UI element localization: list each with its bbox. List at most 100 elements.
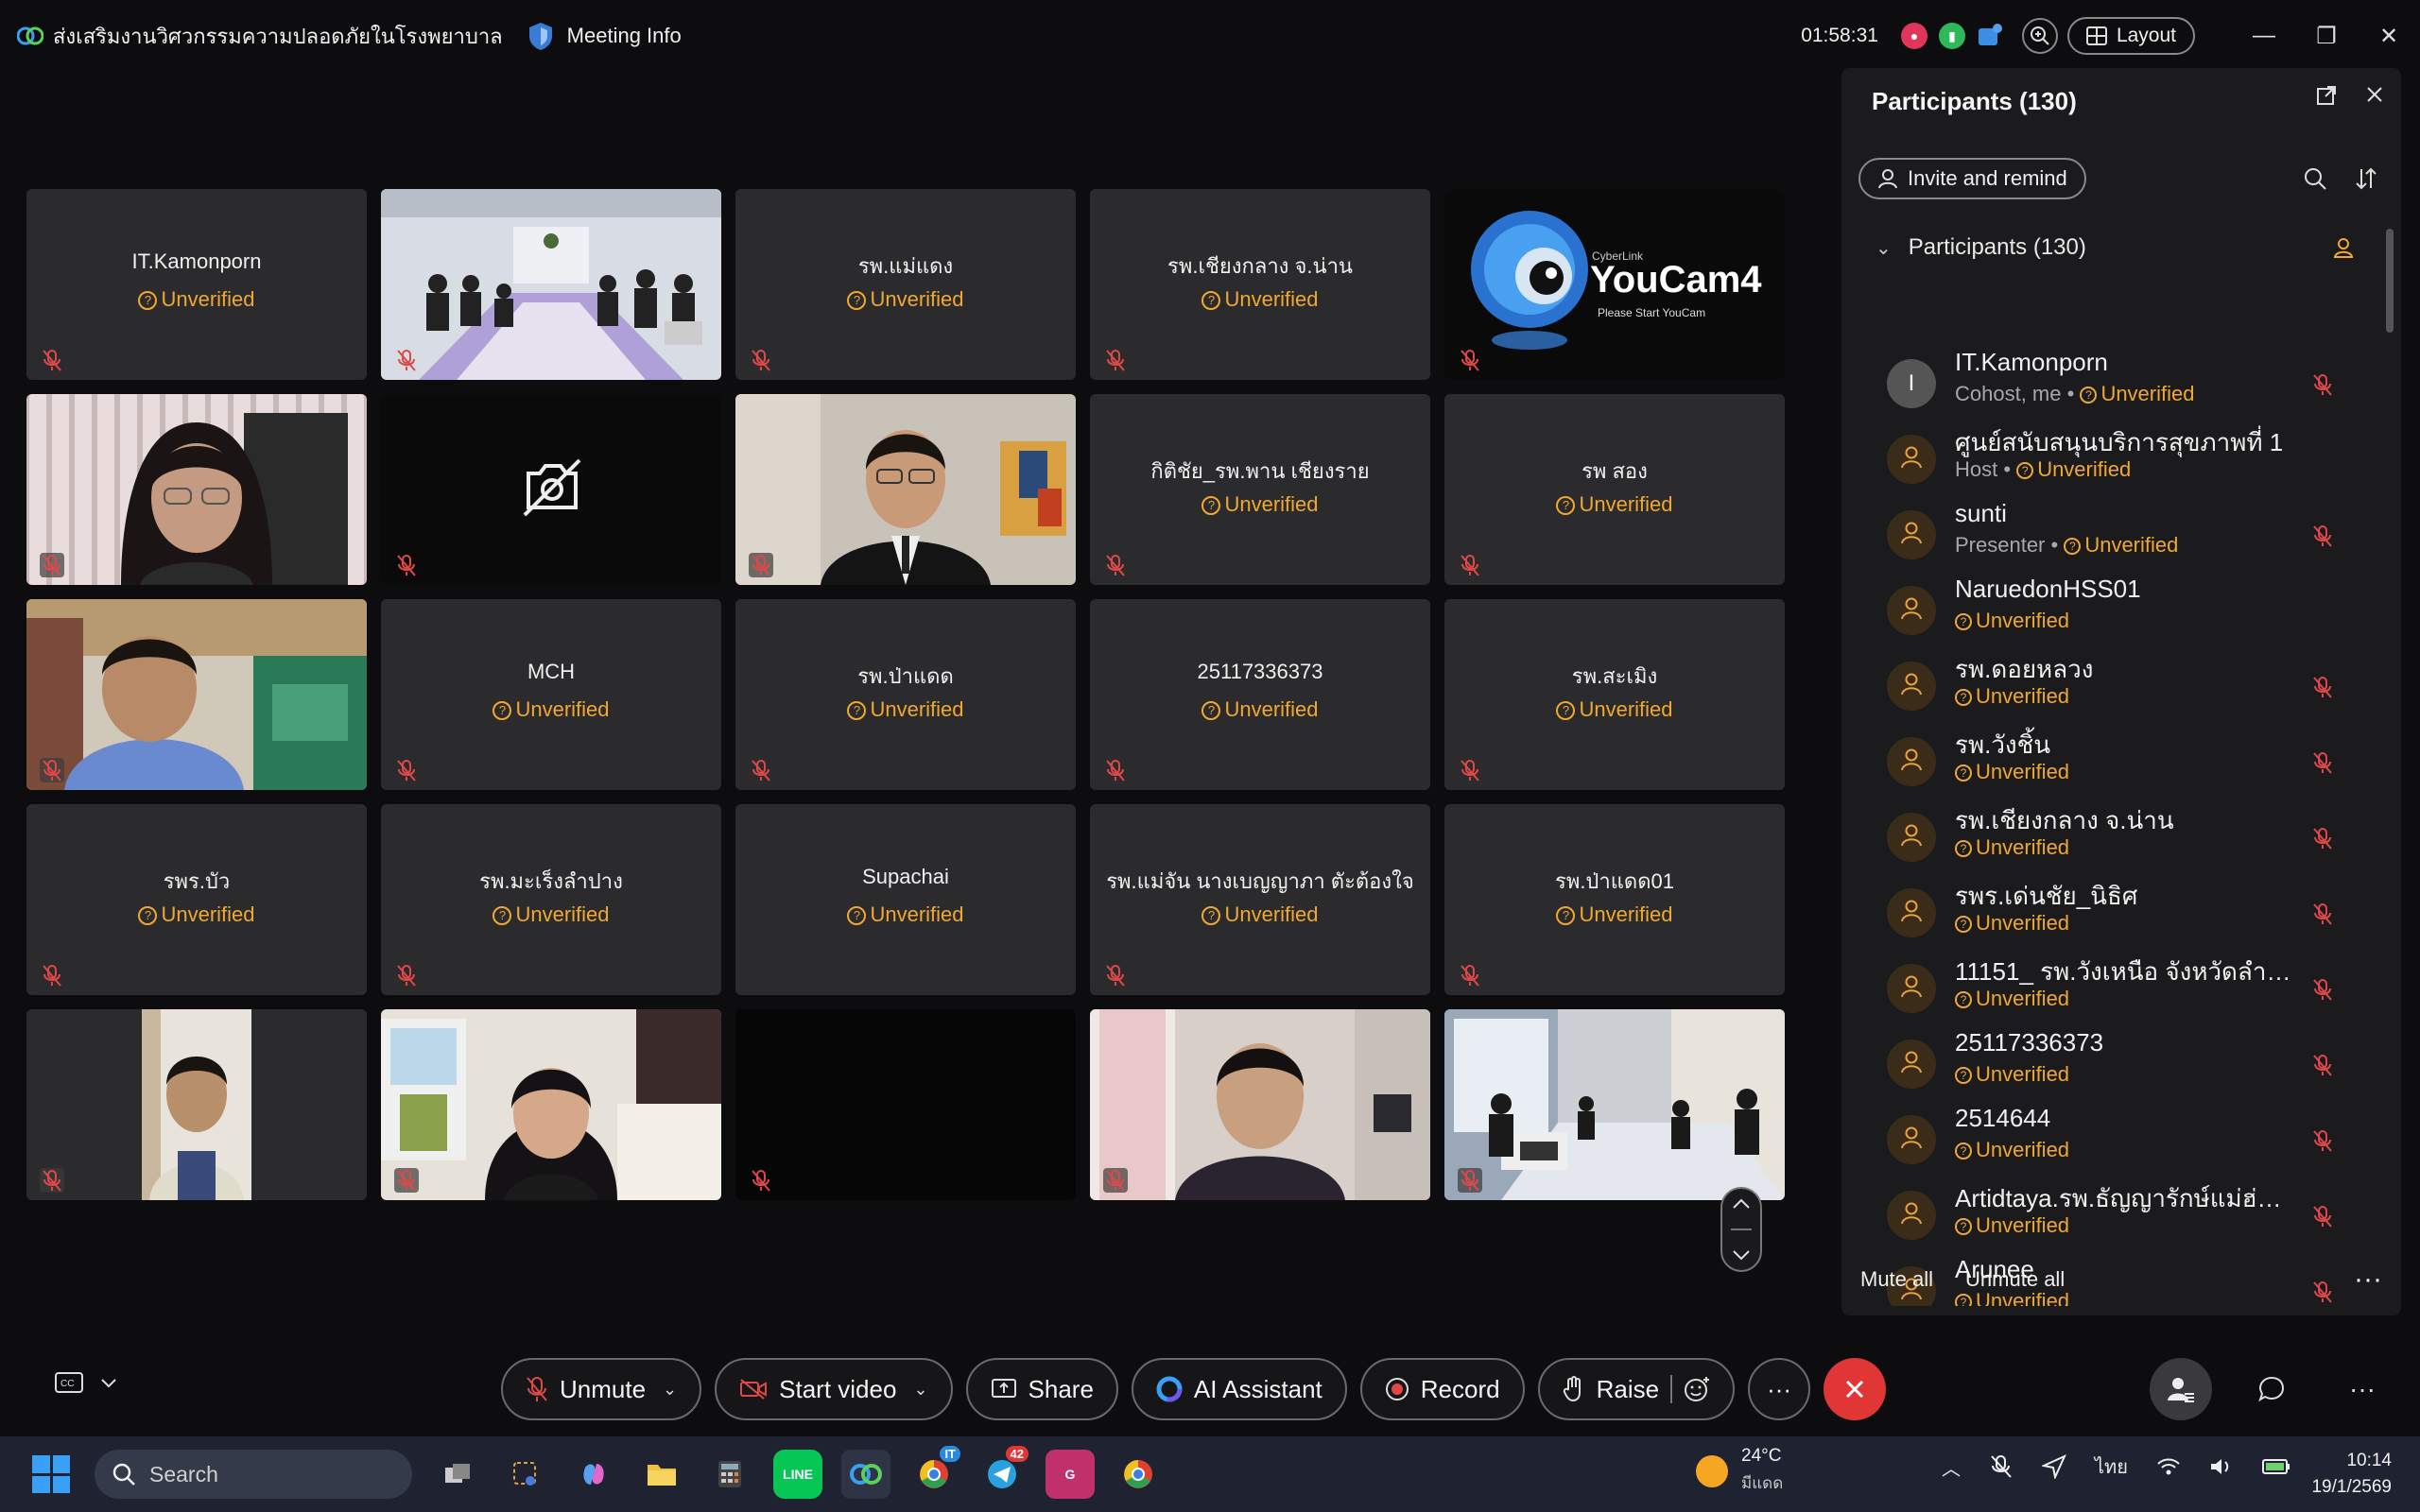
mute-all-button[interactable]: Mute all bbox=[1860, 1267, 1933, 1292]
layout-button[interactable]: Layout bbox=[2066, 17, 2195, 55]
participant-row[interactable]: รพร.เด่นชัย_นิธิศ? Unverified bbox=[1887, 877, 2363, 953]
mic-muted-icon[interactable] bbox=[2310, 1128, 2335, 1153]
video-tile[interactable]: รพร.บัว ? Unverified bbox=[26, 804, 367, 995]
close-panel-icon[interactable] bbox=[2365, 85, 2384, 104]
video-tile[interactable] bbox=[381, 1009, 721, 1200]
video-tile[interactable]: กิติชัย_รพ.พาน เชียงราย ? Unverified bbox=[1090, 394, 1430, 585]
more-apps-button[interactable]: ··· bbox=[2331, 1358, 2394, 1420]
more-options-icon[interactable]: ··· bbox=[2354, 1263, 2382, 1296]
file-explorer-icon[interactable] bbox=[637, 1450, 686, 1499]
lobby-person-icon[interactable] bbox=[2333, 237, 2354, 258]
closed-captions-button[interactable]: CC bbox=[55, 1372, 117, 1395]
chevron-up-icon[interactable]: ︿ bbox=[1942, 1453, 1961, 1481]
video-tile[interactable]: MCH ? Unverified bbox=[381, 599, 721, 790]
chrome-icon[interactable] bbox=[1114, 1450, 1163, 1499]
zoom-icon[interactable] bbox=[2021, 18, 2058, 54]
chevron-down-icon[interactable]: ⌄ bbox=[663, 1380, 677, 1400]
share-button[interactable]: Share bbox=[965, 1358, 1118, 1420]
reactions-icon[interactable] bbox=[1684, 1376, 1710, 1402]
raise-hand-button[interactable]: Raise bbox=[1537, 1358, 1736, 1420]
video-tile[interactable] bbox=[381, 394, 721, 585]
calculator-icon[interactable] bbox=[705, 1450, 754, 1499]
video-tile[interactable]: IT.Kamonporn ? Unverified bbox=[26, 189, 367, 380]
language-indicator[interactable]: ไทย bbox=[2095, 1452, 2128, 1482]
participant-row[interactable]: รพ.เชียงกลาง จ.น่าน? Unverified bbox=[1887, 801, 2363, 877]
participant-row[interactable]: 2514644 ? Unverified bbox=[1887, 1104, 2363, 1179]
system-clock[interactable]: 10:14 19/1/2569 bbox=[2311, 1448, 2392, 1501]
unmute-all-button[interactable]: Unmute all bbox=[1965, 1267, 2065, 1292]
chrome-profile-icon[interactable]: IT bbox=[909, 1446, 960, 1499]
telegram-icon[interactable]: 42 bbox=[977, 1446, 1028, 1499]
wifi-icon[interactable] bbox=[2156, 1456, 2181, 1477]
volume-icon[interactable] bbox=[2209, 1456, 2234, 1477]
mic-muted-icon[interactable] bbox=[2310, 372, 2335, 397]
participant-row[interactable]: sunti Presenter • ? Unverified bbox=[1887, 499, 2363, 575]
video-tile[interactable]: รพ.แม่แดง ? Unverified bbox=[735, 189, 1076, 380]
participant-row[interactable]: NaruedonHSS01 ? Unverified bbox=[1887, 575, 2363, 650]
unmute-button[interactable]: Unmute ⌄ bbox=[501, 1358, 702, 1420]
participant-row[interactable]: รพ.ดอยหลวง? Unverified bbox=[1887, 650, 2363, 726]
start-video-button[interactable]: Start video ⌄ bbox=[715, 1358, 953, 1420]
chat-button[interactable] bbox=[2240, 1358, 2303, 1420]
video-tile[interactable]: รพ.เชียงกลาง จ.น่าน ? Unverified bbox=[1090, 189, 1430, 380]
chevron-down-icon[interactable]: ⌄ bbox=[913, 1380, 927, 1400]
video-tile[interactable]: รพ สอง ? Unverified bbox=[1444, 394, 1785, 585]
network-health-icon[interactable]: ▮ bbox=[1938, 23, 1965, 49]
participants-toggle-button[interactable] bbox=[2150, 1358, 2212, 1420]
pdf-app-icon[interactable]: G bbox=[1046, 1450, 1095, 1499]
video-tile[interactable] bbox=[735, 1009, 1076, 1200]
copilot-icon[interactable] bbox=[569, 1450, 618, 1499]
mic-muted-tray-icon[interactable] bbox=[1989, 1454, 2014, 1479]
task-view-icon[interactable] bbox=[433, 1450, 482, 1499]
video-tile[interactable]: รพ.สะเมิง ? Unverified bbox=[1444, 599, 1785, 790]
video-tile[interactable] bbox=[26, 394, 367, 585]
participant-row[interactable]: 11151_ รพ.วังเหนือ จังหวัดลำปาง? Unverifi… bbox=[1887, 953, 2363, 1028]
video-tile[interactable]: รพ.ป่าแดด01 ? Unverified bbox=[1444, 804, 1785, 995]
more-controls-button[interactable]: ··· bbox=[1748, 1358, 1811, 1420]
meeting-info-link[interactable]: Meeting Info bbox=[567, 24, 682, 48]
participant-row[interactable]: Artidtaya.รพ.ธัญญารักษ์แม่ฮ่องสอน? Unveri… bbox=[1887, 1179, 2363, 1255]
video-tile[interactable] bbox=[26, 1009, 367, 1200]
participants-group-header[interactable]: ⌄ Participants (130) bbox=[1876, 229, 2354, 266]
search-icon[interactable] bbox=[2303, 166, 2327, 191]
mic-muted-icon[interactable] bbox=[2310, 750, 2335, 775]
video-tile[interactable] bbox=[1090, 1009, 1430, 1200]
video-tile[interactable]: รพ.แม่จัน นางเบญญาภา ตัะต้องใจ ? Unverifie… bbox=[1090, 804, 1430, 995]
leave-meeting-button[interactable] bbox=[1824, 1358, 1887, 1420]
ai-assistant-button[interactable]: AI Assistant bbox=[1131, 1358, 1347, 1420]
video-tile[interactable]: 25117336373 ? Unverified bbox=[1090, 599, 1430, 790]
battery-icon[interactable] bbox=[2261, 1457, 2290, 1476]
mic-muted-icon[interactable] bbox=[2310, 524, 2335, 548]
popout-icon[interactable] bbox=[2316, 85, 2337, 106]
minimize-icon[interactable]: — bbox=[2233, 13, 2295, 59]
participant-row[interactable]: ศูนย์สนับสนุนบริการสุขภาพที่ 1 Host • ? Un… bbox=[1887, 423, 2363, 499]
shield-icon[interactable] bbox=[527, 21, 554, 51]
windows-start-icon[interactable] bbox=[32, 1455, 70, 1493]
mic-muted-icon[interactable] bbox=[2310, 1204, 2335, 1228]
snipping-tool-icon[interactable] bbox=[501, 1450, 550, 1499]
participant-row[interactable]: I IT.Kamonporn Cohost, me • ? Unverified bbox=[1887, 348, 2363, 423]
invite-and-remind-button[interactable]: Invite and remind bbox=[1858, 158, 2086, 199]
video-tile[interactable] bbox=[735, 394, 1076, 585]
record-button[interactable]: Record bbox=[1359, 1358, 1525, 1420]
video-tile[interactable]: รพ.ป่าแดด ? Unverified bbox=[735, 599, 1076, 790]
restore-icon[interactable]: ❐ bbox=[2295, 13, 2358, 59]
mic-muted-icon[interactable] bbox=[2310, 977, 2335, 1002]
chevron-down-icon[interactable]: ⌄ bbox=[1876, 236, 1892, 260]
app-integration-icon[interactable] bbox=[1977, 23, 2003, 49]
mic-muted-icon[interactable] bbox=[2310, 902, 2335, 926]
sort-icon[interactable] bbox=[2354, 166, 2378, 191]
grid-page-scroller[interactable] bbox=[1720, 1187, 1762, 1272]
mic-muted-icon[interactable] bbox=[2310, 675, 2335, 699]
video-tile[interactable]: CyberLink YouCam4 Please Start YouCam bbox=[1444, 189, 1785, 380]
close-window-icon[interactable]: ✕ bbox=[2358, 13, 2420, 59]
panel-scrollbar[interactable] bbox=[2386, 229, 2394, 333]
weather-widget[interactable]: 24°C มีแดด bbox=[1696, 1446, 1783, 1496]
line-app-icon[interactable]: LINE bbox=[773, 1450, 822, 1499]
location-icon[interactable] bbox=[2042, 1454, 2066, 1479]
recording-indicator-icon[interactable]: ● bbox=[1900, 23, 1927, 49]
video-tile[interactable]: Supachai ? Unverified bbox=[735, 804, 1076, 995]
video-tile[interactable] bbox=[1444, 1009, 1785, 1200]
video-tile[interactable] bbox=[381, 189, 721, 380]
participant-row[interactable]: 25117336373 ? Unverified bbox=[1887, 1028, 2363, 1104]
